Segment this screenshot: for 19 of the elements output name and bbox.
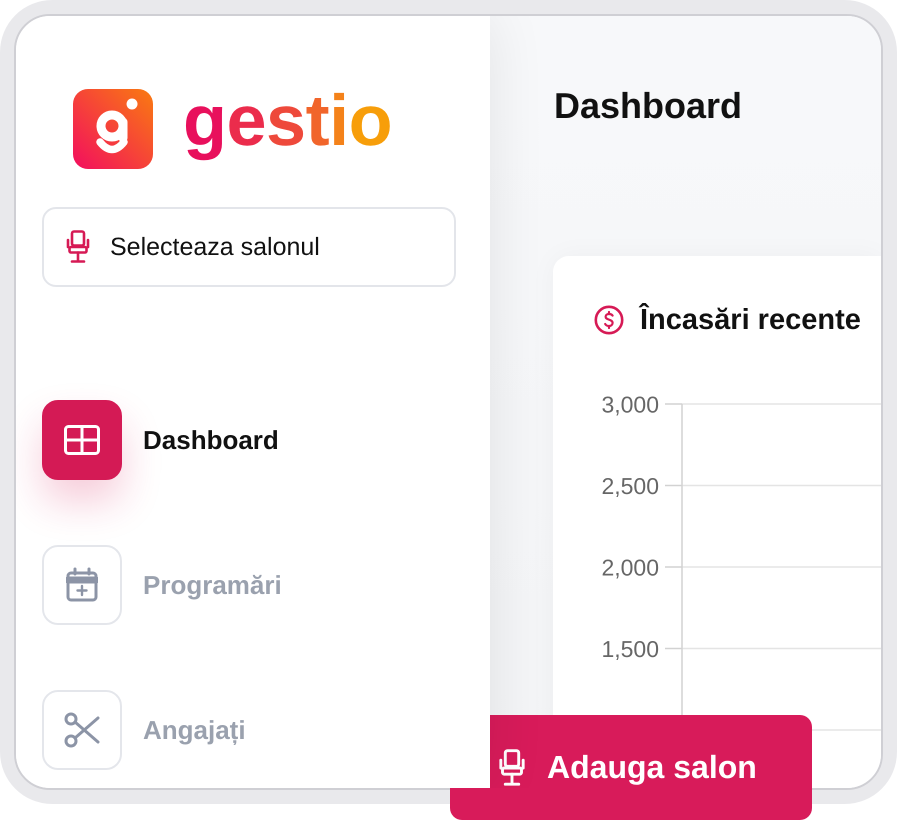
salon-select[interactable]: Selecteaza salonul (42, 207, 456, 287)
calendar-icon (42, 545, 122, 625)
card-title: Încasări recente (640, 302, 861, 338)
axis-tick-label: 1,500 (601, 636, 659, 662)
nav-item[interactable]: Programări (42, 545, 282, 625)
nav-item[interactable]: Dashboard (42, 400, 282, 480)
page-title: Dashboard (554, 88, 744, 124)
axis-tick-label: 3,000 (601, 391, 659, 418)
chair-icon (497, 748, 527, 786)
nav-item[interactable]: Angajați (42, 690, 282, 770)
chair-icon (66, 230, 90, 264)
scissors-icon (42, 690, 122, 770)
dollar-icon (594, 305, 624, 335)
logo-wordmark: gestio (183, 80, 392, 163)
logo-icon (73, 89, 153, 169)
axis-tick-label: 2,500 (601, 472, 659, 499)
add-salon-button[interactable]: Adauga salon (450, 715, 812, 820)
grid-icon (42, 400, 122, 480)
axis-tick-label: 2,000 (601, 554, 659, 580)
